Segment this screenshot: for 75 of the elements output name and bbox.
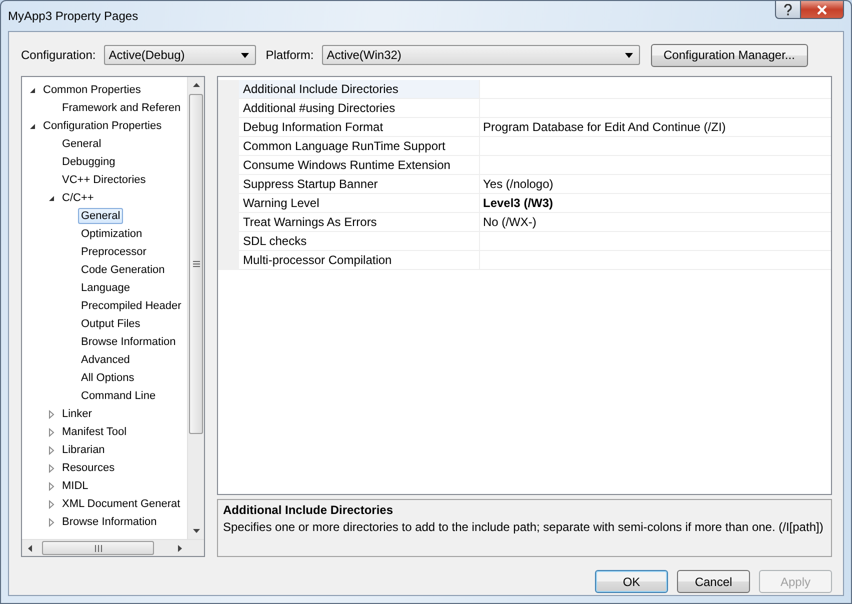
tree-item[interactable]: VC++ Directories <box>59 172 149 188</box>
row-header <box>218 80 239 99</box>
property-name[interactable]: Additional #using Directories <box>239 99 480 118</box>
property-name[interactable]: Additional Include Directories <box>239 80 480 99</box>
property-name[interactable]: Common Language RunTime Support <box>239 137 480 156</box>
tree-item[interactable]: XML Document Generat <box>59 496 184 512</box>
collapsed-triangle-icon[interactable] <box>47 464 56 472</box>
close-button[interactable] <box>801 1 844 19</box>
expanded-triangle-icon[interactable] <box>47 194 56 202</box>
close-icon <box>816 4 828 14</box>
property-value[interactable]: Program Database for Edit And Continue (/ZI) <box>480 118 831 137</box>
scroll-up-icon[interactable] <box>192 83 200 87</box>
collapsed-triangle-icon[interactable] <box>47 410 56 418</box>
scroll-right-icon[interactable] <box>178 544 182 552</box>
tree-item[interactable]: Command Line <box>78 388 159 404</box>
property-name[interactable]: Suppress Startup Banner <box>239 175 480 194</box>
question-mark-icon <box>783 4 793 16</box>
tree-item[interactable]: Optimization <box>78 226 146 242</box>
tree-item[interactable]: Framework and Referen <box>59 100 184 116</box>
help-button[interactable] <box>775 1 801 19</box>
collapsed-triangle-icon[interactable] <box>47 446 56 454</box>
property-name[interactable]: SDL checks <box>239 232 480 251</box>
tree-item[interactable]: Browse Information <box>59 514 160 530</box>
expanded-triangle-icon[interactable] <box>28 122 37 130</box>
tree-item[interactable]: Language <box>78 280 133 296</box>
configuration-manager-button[interactable]: Configuration Manager... <box>650 44 808 66</box>
tree-item[interactable]: Resources <box>59 460 118 476</box>
tree-item[interactable]: Common Properties <box>40 82 144 98</box>
property-name[interactable]: Debug Information Format <box>239 118 480 137</box>
collapsed-triangle-icon[interactable] <box>47 518 56 526</box>
row-header <box>218 251 239 270</box>
tree-item[interactable]: Librarian <box>59 442 108 458</box>
dialog-button[interactable]: Cancel <box>677 570 750 593</box>
tree-item[interactable]: General <box>78 208 124 224</box>
property-value[interactable]: Level3 (/W3) <box>480 194 831 213</box>
description-title: Additional Include Directories <box>223 503 394 517</box>
tree-item[interactable]: General <box>59 136 104 152</box>
property-name[interactable]: Multi-processor Compilation <box>239 251 480 270</box>
tree-item[interactable]: Configuration Properties <box>40 118 165 134</box>
window-title: MyApp3 Property Pages <box>8 9 138 23</box>
property-name[interactable]: Consume Windows Runtime Extension <box>239 156 480 175</box>
platform-label: Platform: <box>266 48 314 62</box>
scrollbar-thumb[interactable] <box>42 541 154 555</box>
vertical-scrollbar[interactable] <box>187 77 204 539</box>
tree-item[interactable]: Debugging <box>59 154 118 170</box>
tree-item[interactable]: Advanced <box>78 352 133 368</box>
platform-dropdown[interactable]: Active(Win32) <box>322 45 640 65</box>
dropdown-arrow-icon <box>240 52 249 58</box>
horizontal-scrollbar[interactable] <box>22 539 204 556</box>
tree-item[interactable]: Linker <box>59 406 95 422</box>
scroll-left-icon[interactable] <box>28 544 32 552</box>
property-value[interactable]: Yes (/nologo) <box>480 175 831 194</box>
tree-item[interactable]: C/C++ <box>59 190 97 206</box>
tree-item[interactable]: Preprocessor <box>78 244 150 260</box>
collapsed-triangle-icon[interactable] <box>47 500 56 508</box>
tree-item[interactable]: Code Generation <box>78 262 168 278</box>
tree-item[interactable]: Browse Information <box>78 334 179 350</box>
property-name[interactable]: Warning Level <box>239 194 480 213</box>
collapsed-triangle-icon[interactable] <box>47 428 56 436</box>
property-name[interactable]: Treat Warnings As Errors <box>239 213 480 232</box>
dialog-button[interactable]: OK <box>595 570 668 593</box>
tree-item[interactable]: All Options <box>78 370 138 386</box>
property-value[interactable]: No (/WX-) <box>480 213 831 232</box>
collapsed-triangle-icon[interactable] <box>47 482 56 490</box>
configuration-dropdown[interactable]: Active(Debug) <box>104 45 256 65</box>
configuration-label: Configuration: <box>21 48 96 62</box>
scrollbar-thumb[interactable] <box>189 94 203 434</box>
expanded-triangle-icon[interactable] <box>28 86 37 94</box>
dropdown-arrow-icon <box>624 52 633 58</box>
tree-item[interactable]: Output Files <box>78 316 144 332</box>
scroll-down-icon[interactable] <box>192 529 200 533</box>
tree-item[interactable]: Precompiled Header <box>78 298 184 314</box>
tree-item[interactable]: MIDL <box>59 478 92 494</box>
description-text: Specifies one or more directories to add to the include path; separate with semi-colons if more than one. (/I[path]) <box>223 520 824 535</box>
tree-item[interactable]: Manifest Tool <box>59 424 130 440</box>
